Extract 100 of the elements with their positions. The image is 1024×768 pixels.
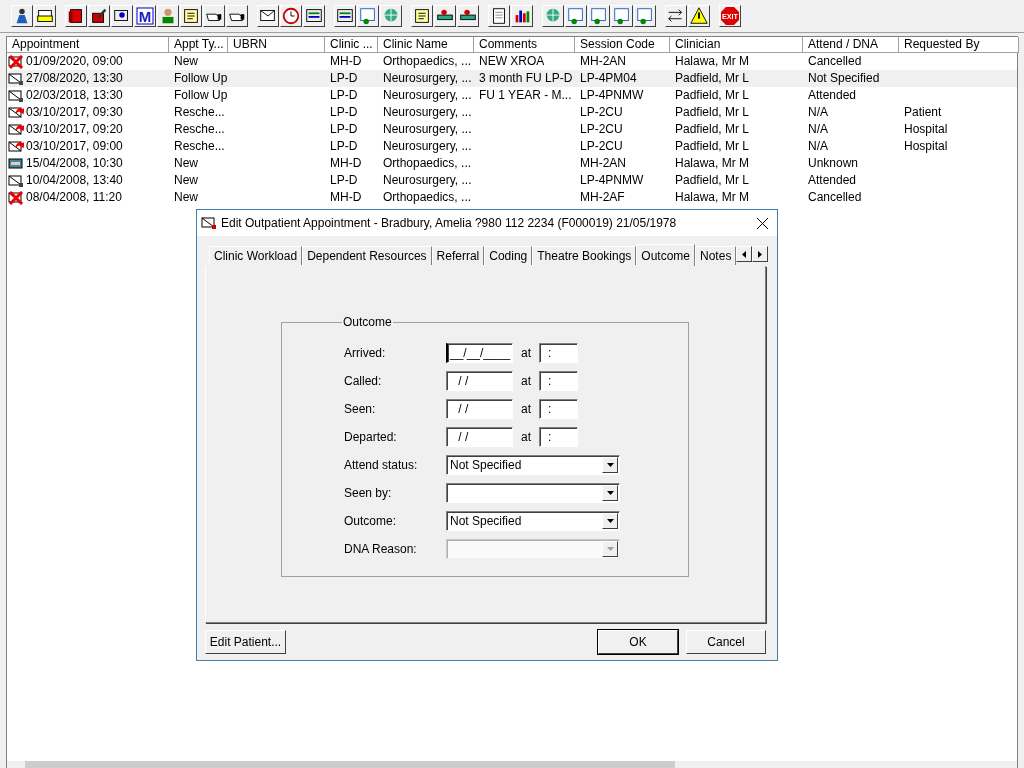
time-field[interactable]: : (539, 399, 578, 419)
tab[interactable]: Outcome (636, 244, 696, 266)
toolbar-button[interactable] (665, 5, 687, 27)
column-header[interactable]: Attend / DNA (803, 37, 899, 53)
dropdown[interactable]: Not Specified (446, 511, 620, 531)
table-cell: LP-D (330, 70, 358, 87)
table-cell: 15/04/2008, 10:30 (26, 155, 123, 172)
date-field[interactable]: / / (446, 399, 513, 419)
notepad-icon (412, 6, 432, 26)
column-header[interactable]: UBRN (228, 37, 325, 53)
time-field[interactable]: : (539, 427, 578, 447)
table-cell: Padfield, Mr L (675, 138, 750, 155)
tab[interactable]: Theatre Bookings (532, 246, 637, 265)
group-title: Outcome (342, 315, 393, 329)
date-field[interactable]: __/__/____ (446, 343, 513, 363)
toolbar-button[interactable]: EXIT (719, 5, 741, 27)
table-cell: Neurosurgery, ... (383, 70, 472, 87)
table-cell: 10/04/2008, 13:40 (26, 172, 123, 189)
table-cell: Padfield, Mr L (675, 87, 750, 104)
clock-icon (281, 6, 301, 26)
scroll-left-button[interactable] (736, 246, 753, 262)
edit-patient-button[interactable]: Edit Patient... (205, 630, 286, 654)
table-cell: Halawa, Mr M (675, 189, 749, 206)
toolbar-button[interactable] (88, 5, 110, 27)
table-cell: Orthopaedics, ... (383, 53, 472, 70)
column-header[interactable]: Clinic ... (325, 37, 378, 53)
toolbar-button[interactable] (611, 5, 633, 27)
toolbar-button[interactable] (257, 5, 279, 27)
table-cell: LP-D (330, 121, 358, 138)
toolbar-button[interactable] (411, 5, 433, 27)
scrollbar-thumb[interactable] (25, 761, 675, 768)
table-cell: Halawa, Mr M (675, 53, 749, 70)
table-cell: LP-4PNMW (580, 172, 644, 189)
toolbar-button[interactable] (157, 5, 179, 27)
field-label: Departed: (344, 430, 398, 444)
table-row[interactable]: 27/08/2020, 13:30 Follow Up LP-D Neurosurgery, ... 3 month FU LP-D LP-4PM04 Padfield, Mr L Not Specified (7, 70, 1017, 87)
window-title: Edit Outpatient Appointment - Bradbury, Amelia ?980 112 2234 (F000019) 21/05/1978 (221, 216, 678, 230)
table-cell: MH-D (330, 189, 362, 206)
time-field[interactable]: : (539, 371, 578, 391)
column-header[interactable]: Clinician (670, 37, 803, 53)
toolbar-button[interactable] (280, 5, 302, 27)
column-header[interactable]: Appt Ty... (169, 37, 228, 53)
column-header[interactable]: Comments (474, 37, 575, 53)
column-header[interactable]: Requested By (899, 37, 1019, 53)
toolbar-button[interactable] (434, 5, 456, 27)
date-field[interactable]: / / (446, 427, 513, 447)
tab[interactable]: Referral (431, 246, 485, 265)
toolbar-button[interactable] (457, 5, 479, 27)
toolbar-button[interactable] (180, 5, 202, 27)
at-label: at (520, 374, 532, 388)
toolbar-button[interactable] (334, 5, 356, 27)
field-label: Seen: (344, 402, 377, 416)
dropdown[interactable]: Not Specified (446, 455, 620, 475)
table-cell: Neurosurgery, ... (383, 87, 472, 104)
toolbar-button[interactable] (34, 5, 56, 27)
table-cell: Hospital (904, 138, 948, 155)
column-header[interactable]: Session Code (575, 37, 670, 53)
column-header[interactable]: Appointment (7, 37, 169, 53)
toolbar-button[interactable] (11, 5, 33, 27)
tab[interactable]: Notes (695, 246, 737, 265)
horizontal-scrollbar[interactable] (7, 761, 1017, 768)
field-label: Outcome: (344, 514, 398, 528)
field-label: Called: (344, 374, 383, 388)
table-cell: Neurosurgery, ... (383, 121, 472, 138)
table-cell: 27/08/2020, 13:30 (26, 70, 123, 87)
table-cell: Cancelled (808, 189, 862, 206)
form-icon (589, 6, 609, 26)
toolbar-button[interactable] (588, 5, 610, 27)
toolbar-button[interactable] (357, 5, 379, 27)
column-header[interactable]: Clinic Name (378, 37, 474, 53)
pen-icon (89, 6, 109, 26)
at-label: at (520, 430, 532, 444)
table-cell: Neurosurgery, ... (383, 172, 472, 189)
table-cell: Unknown (808, 155, 859, 172)
date-field[interactable]: / / (446, 371, 513, 391)
ok-button[interactable]: OK (598, 630, 678, 654)
table-cell: FU 1 YEAR - M... (479, 87, 572, 104)
toolbar-button[interactable] (380, 5, 402, 27)
table-cell: Attended (808, 87, 857, 104)
tab[interactable]: Clinic Workload (209, 246, 303, 265)
envelope-icon (201, 216, 217, 230)
toolbar-button[interactable]: M (134, 5, 156, 27)
cancel-button[interactable]: Cancel (686, 630, 766, 654)
table-cell: N/A (808, 121, 828, 138)
toolbar-button[interactable] (488, 5, 510, 27)
tab[interactable]: Coding (484, 246, 533, 265)
toolbar-button[interactable] (511, 5, 533, 27)
toolbar-button[interactable] (634, 5, 656, 27)
toolbar-button[interactable] (688, 5, 710, 27)
scroll-right-button[interactable] (752, 246, 769, 262)
tab[interactable]: Dependent Resources (302, 246, 432, 265)
toolbar-button[interactable] (65, 5, 87, 27)
dropdown-arrow-icon (606, 463, 614, 467)
time-field[interactable]: : (539, 343, 578, 363)
toolbar-button[interactable] (565, 5, 587, 27)
toolbar-button[interactable] (303, 5, 325, 27)
toolbar-button[interactable] (542, 5, 564, 27)
dropdown[interactable] (446, 483, 620, 503)
table-cell: LP-2CU (580, 121, 623, 138)
table-cell: Resche... (174, 121, 225, 138)
